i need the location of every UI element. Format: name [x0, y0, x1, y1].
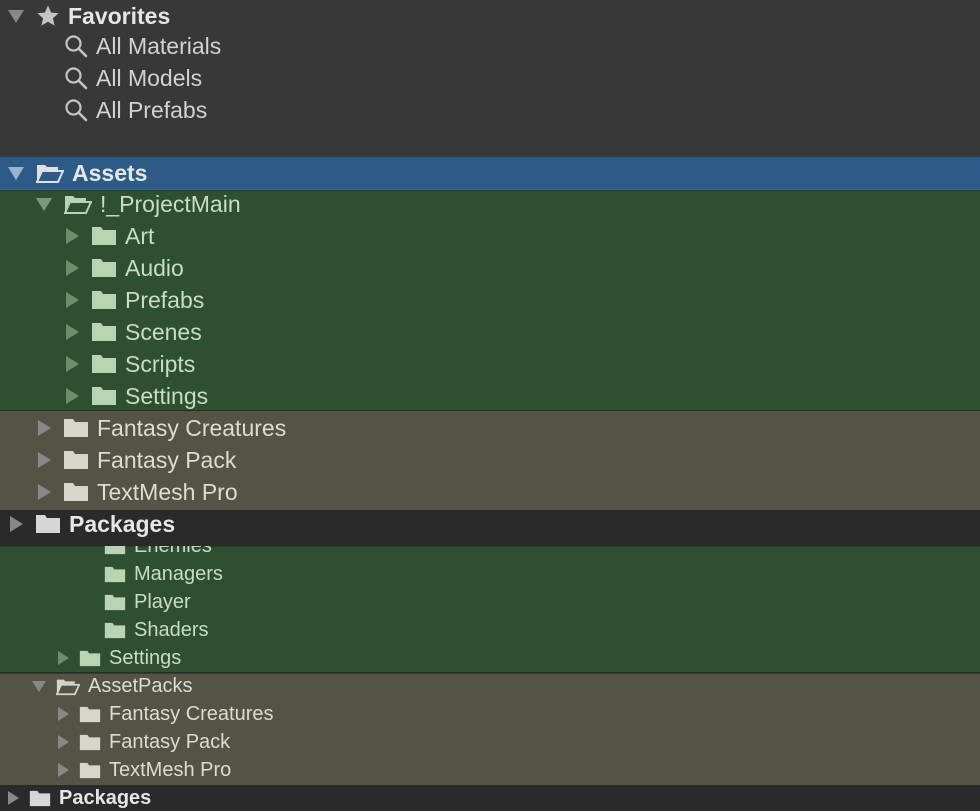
folder-label: Fantasy Creatures — [97, 414, 287, 441]
folder-icon — [104, 566, 126, 583]
open-folder-icon — [36, 162, 64, 184]
favorite-item[interactable]: All Models — [0, 62, 980, 94]
folder-icon — [63, 482, 89, 502]
favorite-item-label: All Models — [96, 64, 203, 91]
folder-row[interactable]: Scripts — [0, 348, 980, 380]
search-icon — [64, 98, 88, 122]
folder-icon — [63, 418, 89, 438]
folder-row[interactable]: Managers — [0, 560, 980, 588]
folder-label: Audio — [125, 254, 184, 281]
folder-row[interactable]: Prefabs — [0, 284, 980, 316]
folder-label: Managers — [134, 562, 223, 585]
packages-lower-folder-row[interactable]: Packages — [0, 784, 980, 811]
folder-icon — [104, 594, 126, 611]
favorites-header[interactable]: Favorites — [0, 0, 980, 32]
search-icon — [64, 34, 88, 58]
expand-arrow-icon[interactable] — [66, 388, 79, 404]
folder-row[interactable]: Settings — [0, 644, 980, 672]
folder-label: Player — [134, 590, 191, 613]
folder-label: Scenes — [125, 318, 202, 345]
folder-label: Settings — [125, 382, 209, 409]
folder-row[interactable]: Scenes — [0, 316, 980, 348]
favorite-item[interactable]: All Prefabs — [0, 94, 980, 126]
folder-icon — [35, 514, 61, 534]
folder-row[interactable]: Enemies — [0, 546, 980, 560]
folder-row[interactable]: Fantasy Creatures — [0, 700, 980, 728]
expand-arrow-icon[interactable] — [38, 452, 51, 468]
folder-label: Shaders — [134, 618, 209, 641]
search-icon — [64, 66, 88, 90]
folder-label: TextMesh Pro — [97, 478, 238, 505]
folder-label: Settings — [109, 646, 182, 669]
project-main-label: !_ProjectMain — [100, 190, 241, 217]
expand-arrow-icon[interactable] — [66, 324, 79, 340]
folder-icon — [79, 762, 101, 779]
expand-arrow-icon[interactable] — [58, 763, 69, 777]
folder-row[interactable]: Shaders — [0, 616, 980, 644]
folder-icon — [79, 706, 101, 723]
favorite-item-label: All Prefabs — [96, 96, 208, 123]
folder-icon — [79, 650, 101, 667]
folder-row[interactable]: Art — [0, 220, 980, 252]
expand-arrow-icon[interactable] — [66, 292, 79, 308]
assets-label: Assets — [72, 159, 148, 186]
asset-packs-folder-row[interactable]: AssetPacks — [0, 672, 980, 700]
folder-label: TextMesh Pro — [109, 758, 232, 781]
folder-row[interactable]: Fantasy Creatures — [0, 412, 980, 444]
expand-arrow-icon[interactable] — [8, 791, 19, 805]
folder-icon — [104, 622, 126, 639]
folder-label: Fantasy Creatures — [109, 702, 274, 725]
folder-icon — [91, 226, 117, 246]
folder-row[interactable]: Fantasy Pack — [0, 728, 980, 756]
expand-arrow-icon[interactable] — [58, 651, 69, 665]
folder-icon — [104, 546, 126, 555]
assets-folder-row[interactable]: Assets — [0, 157, 980, 189]
folder-row[interactable]: TextMesh Pro — [0, 756, 980, 784]
expand-arrow-icon[interactable] — [66, 356, 79, 372]
folder-label: Prefabs — [125, 286, 205, 313]
packages-label: Packages — [69, 510, 176, 537]
expand-arrow-icon[interactable] — [66, 260, 79, 276]
expand-arrow-icon[interactable] — [58, 735, 69, 749]
folder-row[interactable]: Audio — [0, 252, 980, 284]
expand-arrow-icon[interactable] — [38, 420, 51, 436]
folder-label: Enemies — [134, 546, 212, 558]
folder-icon — [29, 790, 51, 807]
folder-label: Fantasy Pack — [97, 446, 237, 473]
folder-row[interactable]: Player — [0, 588, 980, 616]
packages-lower-label: Packages — [59, 786, 152, 809]
folder-label: Art — [125, 222, 155, 249]
folder-label: Fantasy Pack — [109, 730, 231, 753]
open-folder-icon — [56, 677, 80, 696]
expand-arrow-icon[interactable] — [38, 484, 51, 500]
expand-arrow-icon[interactable] — [8, 166, 24, 180]
expand-arrow-icon[interactable] — [66, 228, 79, 244]
folder-icon — [63, 450, 89, 470]
expand-arrow-icon[interactable] — [36, 197, 52, 211]
scripts-children-viewport: Enemies Managers Player Shaders Settings — [0, 546, 980, 673]
star-icon — [36, 4, 60, 28]
folder-icon — [91, 354, 117, 374]
folder-row[interactable]: Settings — [0, 380, 980, 412]
open-folder-icon — [64, 193, 92, 215]
favorite-item[interactable]: All Materials — [0, 30, 980, 62]
folder-icon — [79, 734, 101, 751]
expand-arrow-icon[interactable] — [32, 680, 46, 692]
packages-folder-row[interactable]: Packages — [0, 508, 980, 540]
favorites-label: Favorites — [68, 2, 171, 29]
expand-arrow-icon[interactable] — [58, 707, 69, 721]
favorite-item-label: All Materials — [96, 32, 222, 59]
folder-icon — [91, 258, 117, 278]
expand-arrow-icon[interactable] — [10, 516, 23, 532]
project-main-folder-row[interactable]: !_ProjectMain — [0, 188, 980, 220]
folder-icon — [91, 290, 117, 310]
folder-label: Scripts — [125, 350, 196, 377]
expand-arrow-icon[interactable] — [8, 9, 24, 23]
folder-row[interactable]: Fantasy Pack — [0, 444, 980, 476]
folder-icon — [91, 322, 117, 342]
folder-row[interactable]: TextMesh Pro — [0, 476, 980, 508]
asset-packs-label: AssetPacks — [88, 674, 193, 697]
folder-icon — [91, 386, 117, 406]
